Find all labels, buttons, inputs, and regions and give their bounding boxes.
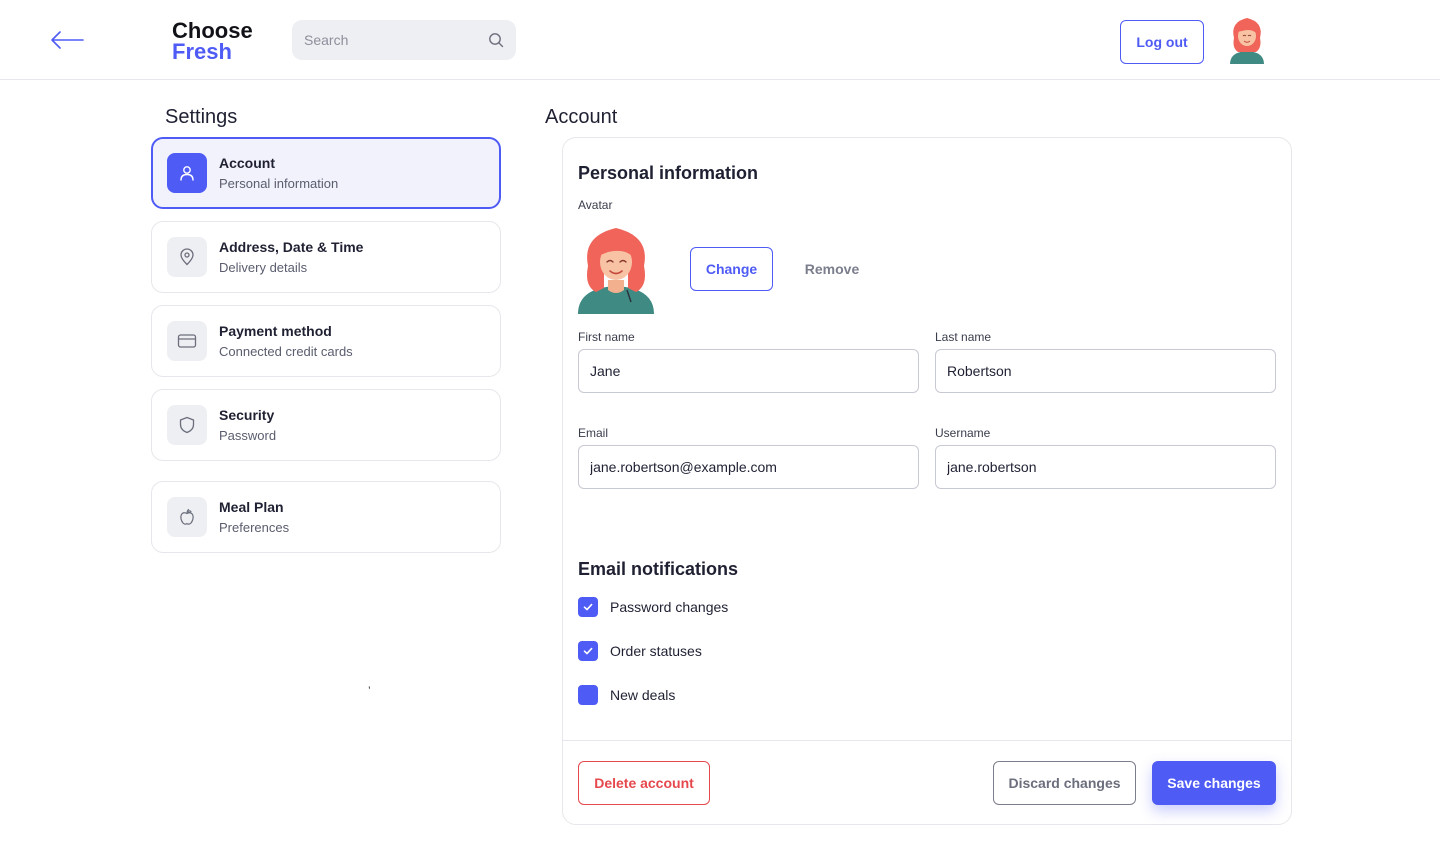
sidebar-item-title: Security (219, 407, 275, 423)
sidebar-item-subtitle: Delivery details (219, 260, 308, 275)
last-name-field[interactable] (935, 349, 1276, 393)
email-notifications-heading: Email notifications (578, 559, 739, 579)
sidebar-item-title: Payment method (219, 323, 332, 339)
change-avatar-button[interactable]: Change (690, 247, 773, 291)
logout-button[interactable]: Log out (1120, 20, 1204, 64)
logo[interactable]: Choose Fresh (172, 18, 253, 64)
search-box (292, 20, 516, 60)
map-pin-icon (180, 248, 194, 266)
first-name-field[interactable] (578, 349, 919, 393)
profile-avatar (578, 222, 654, 314)
logo-line-1: Choose (172, 18, 253, 43)
apple-icon (180, 508, 194, 525)
sidebar-item-account[interactable]: Account Personal information (151, 137, 501, 209)
username-field[interactable] (935, 445, 1276, 489)
checkbox-label: Order statuses (610, 643, 702, 659)
avatar-icon (1230, 18, 1264, 64)
credit-card-icon (177, 334, 197, 348)
top-header: Choose Fresh Log out (0, 0, 1440, 80)
user-icon (180, 166, 194, 181)
nav-icon-box (167, 405, 207, 445)
remove-avatar-button[interactable]: Remove (792, 247, 872, 291)
panel-divider (563, 740, 1291, 741)
page-title: Account (545, 106, 618, 128)
sidebar-item-title: Account (219, 155, 275, 171)
back-button[interactable] (48, 26, 86, 54)
save-changes-button[interactable]: Save changes (1152, 761, 1276, 805)
sidebar-item-title: Address, Date & Time (219, 239, 364, 255)
avatar-label: Avatar (578, 198, 613, 212)
discard-changes-button[interactable]: Discard changes (993, 761, 1136, 805)
sidebar-item-subtitle: Personal information (219, 176, 339, 191)
checkbox[interactable] (578, 641, 598, 661)
avatar-illustration (578, 228, 654, 314)
nav-icon-box (167, 321, 207, 361)
checkbox-label: Password changes (610, 599, 729, 615)
user-avatar[interactable] (1226, 14, 1268, 66)
checkmark-icon (583, 603, 593, 611)
arrow-left-icon (51, 31, 84, 49)
email-label: Email (578, 426, 609, 440)
checkbox[interactable] (578, 685, 598, 705)
first-name-label: First name (578, 330, 635, 344)
sidebar-item-subtitle: Password (219, 428, 277, 443)
personal-info-heading: Personal information (578, 163, 759, 183)
sidebar-item-meal-plan[interactable]: Meal Plan Preferences (151, 481, 501, 553)
nav-icon-box (167, 237, 207, 277)
nav-icon-box (167, 497, 207, 537)
username-label: Username (935, 426, 991, 440)
nav-icon-box (167, 153, 207, 193)
settings-heading: Settings (165, 106, 238, 128)
delete-account-button[interactable]: Delete account (578, 761, 710, 805)
sidebar-item-payment[interactable]: Payment method Connected credit cards (151, 305, 501, 377)
sidebar-item-subtitle: Connected credit cards (219, 344, 353, 359)
shield-icon (179, 416, 195, 434)
search-icon[interactable] (488, 32, 504, 48)
search-input[interactable] (292, 20, 482, 60)
sidebar-item-security[interactable]: Security Password (151, 389, 501, 461)
sidebar-item-title: Meal Plan (219, 499, 284, 515)
checkbox[interactable] (578, 597, 598, 617)
last-name-label: Last name (935, 330, 992, 344)
checkbox-label: New deals (610, 687, 676, 703)
sidebar-item-subtitle: Preferences (219, 520, 290, 535)
sidebar-item-address[interactable]: Address, Date & Time Delivery details (151, 221, 501, 293)
checkmark-icon (583, 647, 593, 655)
logo-line-2: Fresh (172, 39, 232, 64)
email-field[interactable] (578, 445, 919, 489)
stray-mark: ’ (368, 684, 371, 698)
